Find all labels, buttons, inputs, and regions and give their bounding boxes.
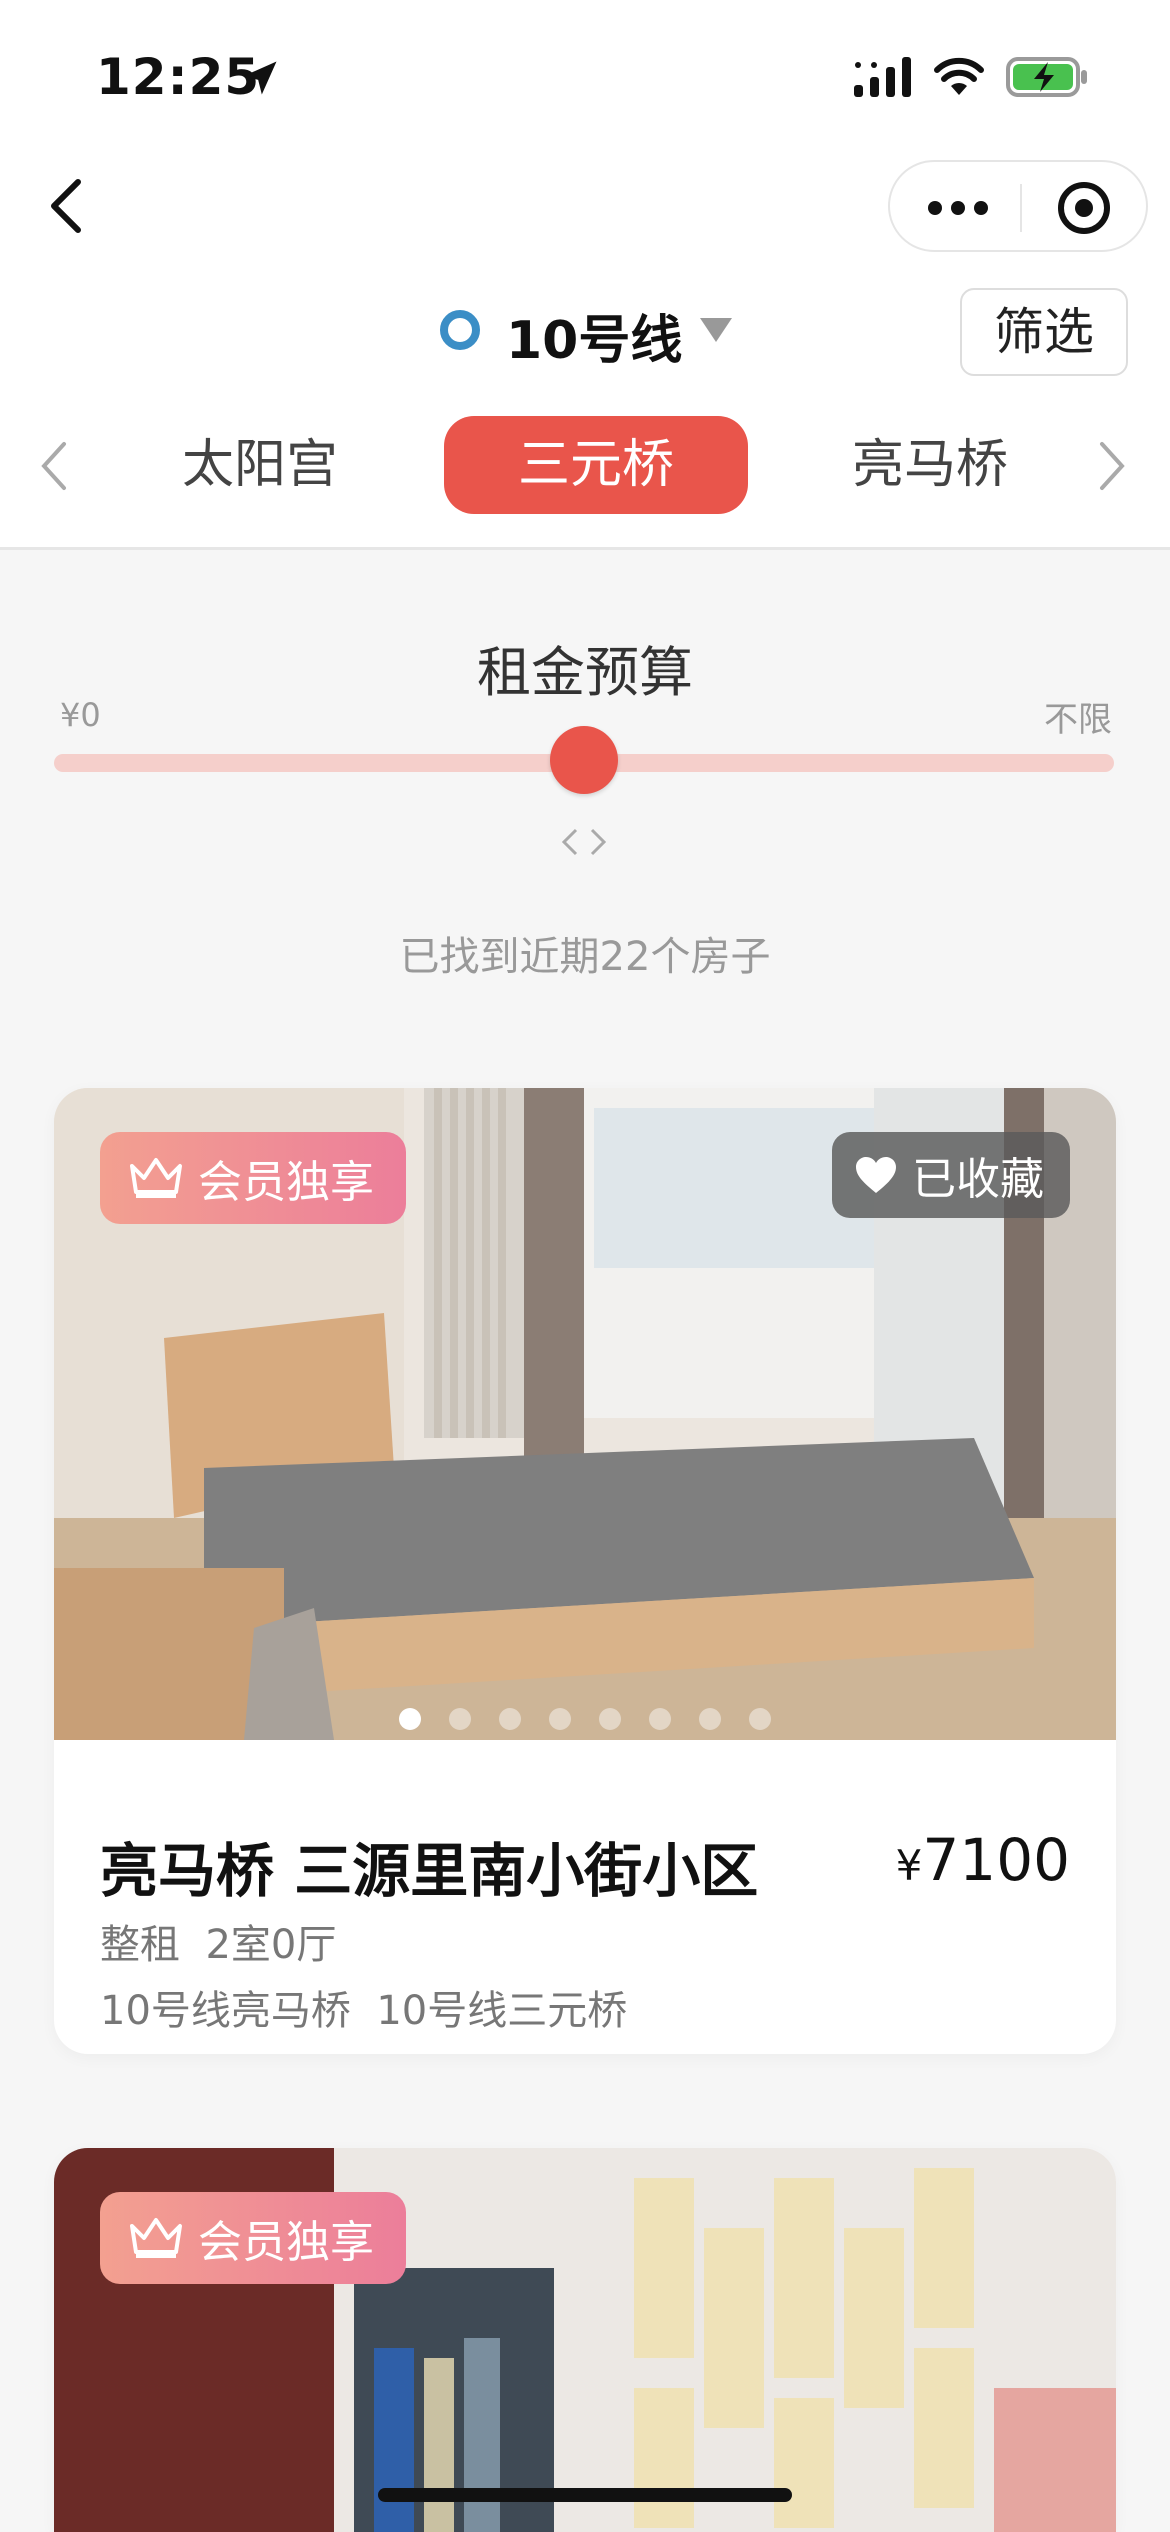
pager-dot [599, 1708, 621, 1730]
station-tab-taiyanggong[interactable]: 太阳宫 [160, 416, 360, 514]
budget-min-label: ¥0 [60, 696, 101, 734]
status-time: 12:25 [96, 48, 261, 106]
budget-title: 租金预算 [477, 641, 693, 704]
heart-icon [856, 1157, 896, 1193]
vip-badge-label: 会员独享 [198, 2217, 374, 2268]
listing-card[interactable]: 会员独享 [54, 2148, 1116, 2532]
line-color-dot [440, 310, 480, 350]
listing-details: 整租 2室0厅 [100, 1912, 336, 1970]
miniapp-capsule [888, 160, 1148, 252]
more-icon[interactable] [928, 188, 988, 228]
vip-exclusive-badge: 会员独享 [100, 1132, 406, 1224]
home-indicator[interactable] [378, 2488, 792, 2502]
pager-dot [699, 1708, 721, 1730]
battery-charging-icon [1006, 57, 1087, 97]
results-count-text: 已找到近期22个房子 [399, 934, 771, 980]
listing-subway-lines: 10号线亮马桥 10号线三元桥 [100, 1978, 627, 2036]
drag-hint-icon [561, 828, 607, 856]
location-arrow-icon [243, 61, 277, 95]
capsule-divider [1020, 184, 1022, 232]
caret-down-icon[interactable] [700, 318, 732, 342]
budget-slider-thumb[interactable] [550, 726, 618, 794]
listing-title: 亮马桥 三源里南小街小区 [100, 1837, 759, 1905]
station-tab-sanyuanqiao[interactable]: 三元桥 [444, 416, 748, 514]
budget-max-label: 不限 [1044, 700, 1112, 740]
vip-exclusive-badge: 会员独享 [100, 2192, 406, 2284]
vip-badge-label: 会员独享 [198, 1157, 374, 1208]
pager-dot [449, 1708, 471, 1730]
back-button[interactable] [44, 176, 88, 236]
subway-line-tag: 10号线三元桥 [376, 1988, 628, 2034]
crown-icon [130, 1158, 182, 1198]
signal-icon [854, 57, 911, 97]
close-miniapp-icon[interactable] [1058, 182, 1110, 234]
rent-type: 整租 [100, 1922, 180, 1968]
price-currency: ¥ [895, 1841, 923, 1890]
room-layout: 2室0厅 [205, 1922, 337, 1968]
line-selector[interactable]: 10号线 [506, 298, 682, 373]
photo-pager-dots [54, 1708, 1116, 1730]
pager-dot [499, 1708, 521, 1730]
pager-dot [549, 1708, 571, 1730]
favorited-badge[interactable]: 已收藏 [832, 1132, 1070, 1218]
station-tab-liangmaqiao[interactable]: 亮马桥 [830, 416, 1030, 514]
price-value: 7100 [922, 1826, 1070, 1894]
pager-dot [649, 1708, 671, 1730]
pager-dot [399, 1708, 421, 1730]
crown-icon [130, 2218, 182, 2258]
filter-button[interactable]: 筛选 [960, 288, 1128, 376]
status-indicators [854, 56, 1090, 98]
station-next-icon[interactable] [1098, 440, 1126, 492]
subway-line-tag: 10号线亮马桥 [100, 1988, 351, 2034]
wifi-icon [934, 57, 984, 95]
pager-dot [749, 1708, 771, 1730]
station-prev-icon[interactable] [40, 440, 68, 492]
favorited-label: 已收藏 [912, 1154, 1044, 1205]
listing-price: ¥7100 [896, 1826, 1070, 1894]
listing-card[interactable]: 会员独享 已收藏 亮马桥 三源里南小街小区 ¥7100 整租 2室0厅 10号线… [54, 1088, 1116, 2054]
